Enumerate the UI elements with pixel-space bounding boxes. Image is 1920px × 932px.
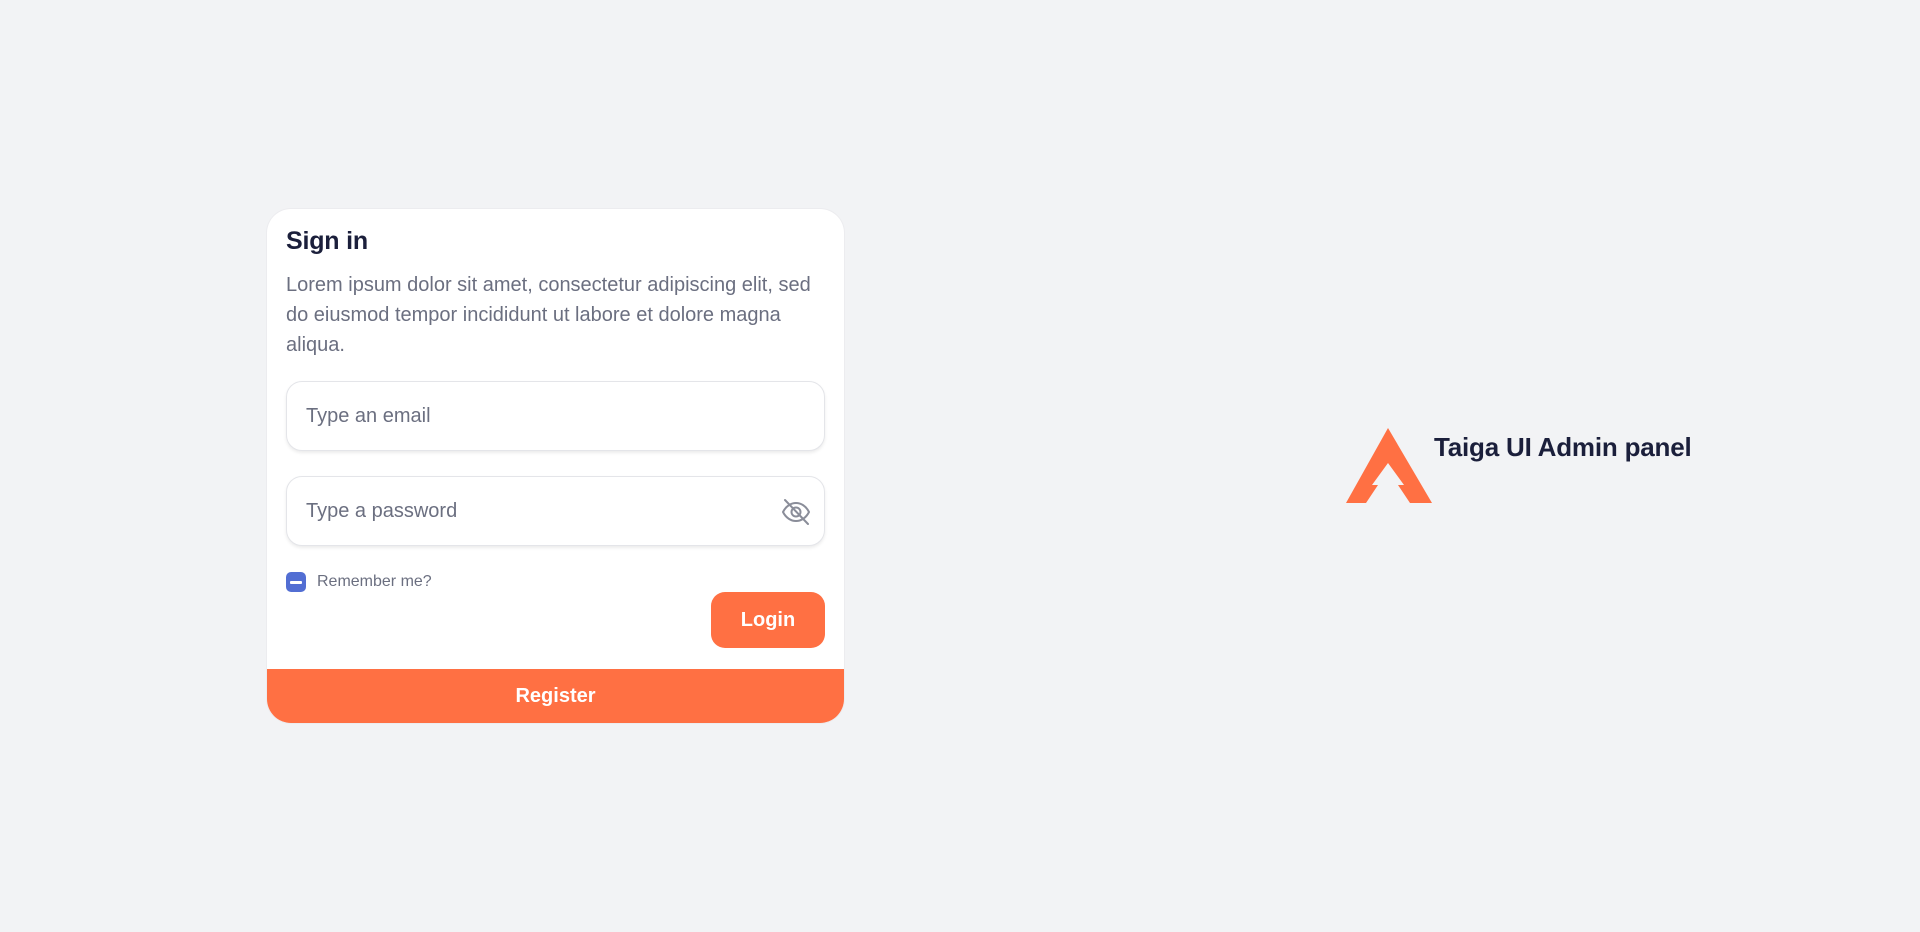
remember-checkbox[interactable] <box>286 572 306 592</box>
login-row: Login <box>286 592 825 648</box>
password-input[interactable] <box>287 477 824 545</box>
email-field <box>286 381 825 451</box>
signin-card: Sign in Lorem ipsum dolor sit amet, cons… <box>267 209 844 723</box>
remember-me-toggle[interactable]: Remember me? <box>286 572 432 592</box>
taiga-logo-icon <box>1346 428 1432 503</box>
signin-description: Lorem ipsum dolor sit amet, consectetur … <box>286 274 811 356</box>
brand: Taiga UI Admin panel <box>1346 428 1692 503</box>
eye-off-icon[interactable] <box>780 496 812 528</box>
register-button[interactable]: Register <box>267 669 844 723</box>
signin-form: Sign in Lorem ipsum dolor sit amet, cons… <box>267 209 844 648</box>
email-input[interactable] <box>287 382 824 450</box>
password-field <box>286 476 825 546</box>
brand-name: Taiga UI Admin panel <box>1434 432 1692 462</box>
signin-title: Sign in <box>286 227 368 255</box>
login-button[interactable]: Login <box>711 592 825 648</box>
remember-label: Remember me? <box>317 573 432 590</box>
